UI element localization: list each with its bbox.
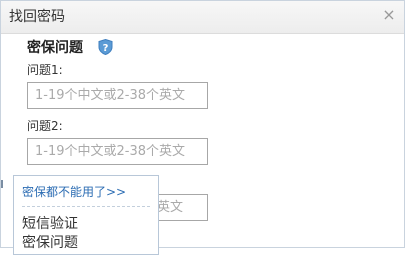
svg-text:?: ? — [103, 43, 109, 54]
dialog-title: 找回密码 — [9, 9, 65, 25]
left-edge-marker — [1, 180, 3, 188]
popup-item-security-question[interactable]: 密保问题 — [22, 235, 78, 251]
verify-method-popup: 密保都不能用了>> 短信验证 密保问题 — [13, 175, 159, 255]
find-password-dialog: 找回密码 × 密保问题 ? 问题1: 1-19个中文或2-38个英文 问题2: … — [0, 0, 405, 255]
shield-question-icon[interactable]: ? — [98, 38, 113, 56]
question-1-label: 问题1: — [27, 63, 63, 77]
section-title: 密保问题 — [27, 40, 83, 56]
question-2-label: 问题2: — [27, 119, 63, 133]
popup-item-sms-verify[interactable]: 短信验证 — [22, 216, 78, 232]
question-1-input[interactable]: 1-19个中文或2-38个英文 — [27, 82, 208, 109]
cannot-use-security-link[interactable]: 密保都不能用了>> — [22, 185, 126, 199]
question-2-input[interactable]: 1-19个中文或2-38个英文 — [27, 138, 208, 165]
close-icon[interactable]: × — [382, 7, 396, 23]
dialog-titlebar: 找回密码 × — [1, 1, 404, 34]
popup-divider — [22, 206, 150, 207]
